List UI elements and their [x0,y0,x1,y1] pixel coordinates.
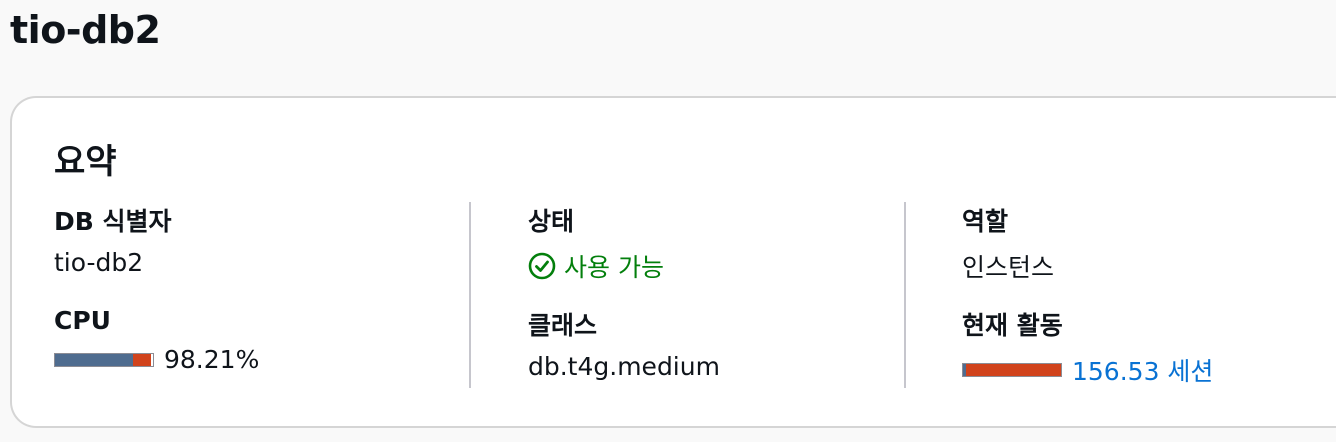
status-field: 상태 사용 가능 [528,202,664,284]
current-activity-link[interactable]: 156.53 세션 [1072,352,1213,388]
class-value: db.t4g.medium [528,352,720,381]
class-label: 클래스 [528,311,598,340]
column-divider [904,202,906,388]
status-value: 사용 가능 [564,253,664,282]
role-label: 역할 [962,207,1009,236]
summary-panel: 요약 DB 식별자 tio-db2 CPU 98.21% 상태 사용 가능 클래… [10,96,1336,428]
class-field: 클래스 db.t4g.medium [528,306,720,381]
summary-column-3: 역할 인스턴스 현재 활동 156.53 세션 [962,202,1336,390]
current-activity-field: 현재 활동 156.53 세션 [962,306,1213,388]
summary-title: 요약 [54,142,117,182]
status-label: 상태 [528,207,575,236]
cpu-field: CPU 98.21% [54,306,259,374]
summary-column-2: 상태 사용 가능 클래스 db.t4g.medium [528,202,908,390]
role-field: 역할 인스턴스 [962,202,1054,284]
cpu-usage-bar-segment-high [133,353,152,366]
db-identifier-label: DB 식별자 [54,207,172,236]
cpu-usage-bar-fill [55,353,152,366]
cpu-usage-bar [54,352,154,367]
current-activity-bar-fill [963,364,1061,376]
summary-column-1: DB 식별자 tio-db2 CPU 98.21% [54,202,464,390]
current-activity-bar [962,363,1062,377]
role-value: 인스턴스 [962,253,1055,282]
cpu-usage-bar-segment-primary [55,353,134,366]
current-activity-bar-segment-high [965,364,1061,376]
db-identifier-value: tio-db2 [54,248,144,277]
current-activity-label: 현재 활동 [962,311,1063,340]
check-circle-icon [528,252,556,280]
cpu-value: 98.21% [164,345,260,374]
page-title: tio-db2 [10,8,161,52]
cpu-label: CPU [54,306,111,335]
db-identifier-field: DB 식별자 tio-db2 [54,202,172,277]
column-divider [469,202,471,388]
